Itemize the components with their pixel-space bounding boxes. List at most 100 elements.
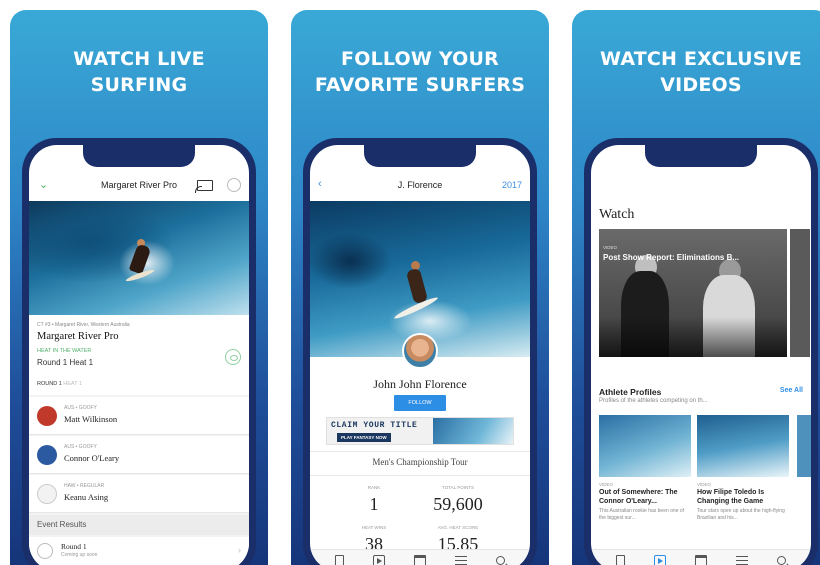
list-item[interactable]: Round 1 Coming up soon › (29, 537, 249, 565)
panel-headline: WATCH LIVE SURFING (73, 48, 205, 96)
phone-frame: Watch VIDEO Post Show Report: Eliminatio… (584, 138, 818, 565)
video-title[interactable]: Post Show Report: Eliminations B... (603, 253, 739, 262)
avatar (37, 484, 57, 504)
banner-image (433, 418, 513, 444)
phone-notch (645, 145, 757, 167)
section-title: Athlete Profiles (599, 387, 662, 397)
search-icon[interactable] (496, 556, 506, 565)
calendar-icon[interactable] (413, 554, 426, 565)
video-overlay (599, 317, 787, 357)
stat-label: AVG. HEAT SCORE (437, 525, 479, 530)
avatar (402, 333, 438, 369)
round-name: Round 1 (61, 542, 87, 551)
avatar (37, 406, 57, 426)
athlete-name: Matt Wilkinson (64, 414, 118, 424)
promo-panel-live: WATCH LIVE SURFING ⌄ Margaret River Pro … (10, 10, 268, 565)
list-icon[interactable] (455, 556, 468, 565)
bookmark-icon[interactable] (615, 554, 625, 565)
video-tag: VIDEO (697, 482, 712, 487)
follow-button[interactable]: FOLLOW (394, 395, 446, 411)
play-icon[interactable] (653, 554, 666, 565)
phone-notch (364, 145, 476, 167)
stat-rank: RANK 1 (334, 485, 414, 515)
video-tag: VIDEO (599, 482, 614, 487)
see-all-link[interactable]: See All (780, 387, 803, 394)
athlete-meta: AUS • GOOFY (64, 405, 97, 411)
event-meta: CT #3 • Margaret River, Western Australi… (37, 322, 130, 328)
phone-screen: ⌄ Margaret River Pro CT #3 • Margaret Ri… (29, 145, 249, 565)
stat-label: RANK (367, 485, 381, 490)
phone-frame: ⌄ Margaret River Pro CT #3 • Margaret Ri… (22, 138, 256, 565)
list-icon[interactable] (736, 556, 749, 565)
play-icon[interactable] (372, 554, 385, 565)
video-description: Tour stars open up about the high-flying… (697, 508, 785, 521)
promo-panel-follow: FOLLOW YOUR FAVORITE SURFERS ‹ J. Floren… (291, 10, 549, 565)
heat-label: HEAT IN THE WATER (37, 348, 92, 354)
stat-value: 59,600 (433, 494, 483, 514)
eye-icon[interactable] (225, 349, 241, 365)
bookmark-icon[interactable] (334, 554, 344, 565)
phone-screen: Watch VIDEO Post Show Report: Eliminatio… (591, 145, 811, 565)
panel-headline: WATCH EXCLUSIVE VIDEOS (600, 48, 802, 96)
video-title: How Filipe Toledo Is Changing the Game (697, 489, 765, 505)
tab-bar (310, 549, 530, 565)
calendar-icon[interactable] (694, 554, 707, 565)
stat-label: TOTAL POINTS (442, 485, 474, 490)
list-item[interactable]: HAW • REGULAR Keanu Asing (29, 475, 249, 513)
nav-bar: ‹ J. Florence 2017 (310, 177, 530, 197)
athlete-video-card[interactable]: VIDEO How Filipe Toledo Is Changing the … (697, 415, 789, 521)
round-status: Coming up soon (61, 552, 98, 558)
athlete-name: Connor O'Leary (64, 453, 120, 463)
nav-bar: ⌄ Margaret River Pro (29, 177, 249, 197)
nav-title: J. Florence (397, 180, 443, 190)
avatar (37, 445, 57, 465)
surfer-figure (405, 267, 429, 305)
round-icon (37, 543, 53, 559)
divider (310, 451, 530, 452)
athlete-meta: HAW • REGULAR (64, 483, 105, 489)
stat-value: 1 (369, 494, 379, 514)
video-thumbnail[interactable] (697, 415, 789, 477)
section-title: Event Results (29, 515, 249, 535)
fantasy-banner[interactable]: CLAIM YOUR TITLE PLAY FANTASY NOW (326, 417, 514, 445)
chevron-right-icon: › (238, 545, 241, 555)
list-item[interactable]: AUS • GOOFY Connor O'Leary (29, 436, 249, 474)
phone-frame: ‹ J. Florence 2017 John John Florence FO… (303, 138, 537, 565)
list-item[interactable]: AUS • GOOFY Matt Wilkinson (29, 397, 249, 435)
tour-title: Men's Championship Tour (372, 457, 468, 467)
round-tab-active[interactable]: ROUND 1 (37, 381, 62, 387)
next-athlete-card[interactable] (797, 415, 811, 477)
globe-icon[interactable] (227, 178, 241, 192)
search-icon[interactable] (777, 556, 787, 565)
page-title: Watch (599, 207, 635, 222)
section-subtitle: Profiles of the athletes competing on th… (599, 398, 708, 404)
phone-notch (83, 145, 195, 167)
stat-label: HEAT WINS (361, 525, 387, 530)
featured-video-card[interactable] (599, 229, 787, 357)
tab-bar (591, 549, 811, 565)
video-tag: VIDEO (603, 245, 618, 250)
round-tabs[interactable]: ROUND 1 HEAT 1 (37, 381, 82, 387)
live-video-hero[interactable] (29, 201, 249, 315)
divider (310, 475, 530, 476)
stat-total-points: TOTAL POINTS 59,600 (418, 485, 498, 515)
heat-tab[interactable]: HEAT 1 (63, 381, 82, 387)
event-title: Margaret River Pro (37, 331, 119, 342)
year-selector[interactable]: 2017 (502, 180, 522, 190)
panel-headline: FOLLOW YOUR FAVORITE SURFERS (314, 48, 526, 96)
profile-name: John John Florence (373, 377, 467, 391)
cast-icon[interactable] (197, 180, 213, 191)
video-description: This Australian rookie has been one of t… (599, 508, 685, 521)
athlete-name: Keanu Asing (64, 492, 109, 502)
video-thumbnail[interactable] (599, 415, 691, 477)
phone-screen: ‹ J. Florence 2017 John John Florence FO… (310, 145, 530, 565)
next-video-card[interactable] (790, 229, 810, 357)
athlete-video-card[interactable]: VIDEO Out of Somewhere: The Connor O'Lea… (599, 415, 691, 521)
banner-title: CLAIM YOUR TITLE (331, 421, 418, 430)
banner-subtitle: PLAY FANTASY NOW (337, 433, 391, 442)
video-title: Out of Somewhere: The Connor O'Leary... (599, 489, 678, 505)
athlete-meta: AUS • GOOFY (64, 444, 97, 450)
heat-value: Round 1 Heat 1 (37, 358, 94, 367)
promo-panel-videos: WATCH EXCLUSIVE VIDEOS Watch VIDEO Post … (572, 10, 820, 565)
nav-title: Margaret River Pro (100, 180, 178, 190)
